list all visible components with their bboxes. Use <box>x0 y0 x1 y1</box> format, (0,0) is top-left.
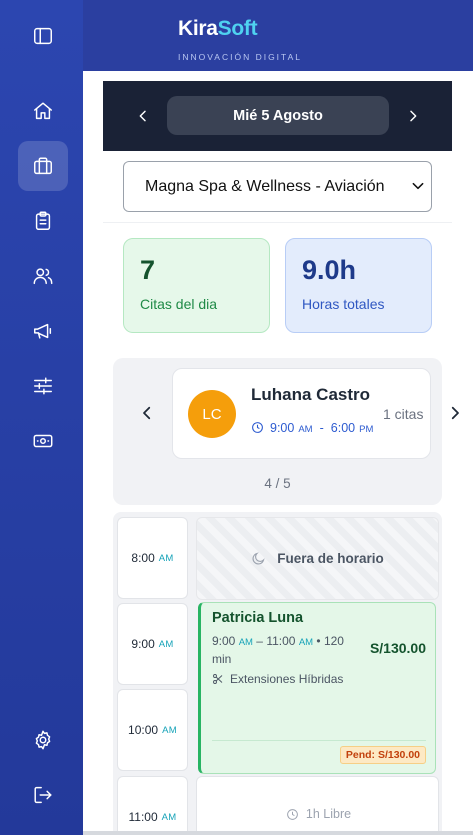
off-hours-label: Fuera de horario <box>277 551 384 566</box>
staff-working-hours: 9:00 AM - 6:00 PM <box>251 419 373 435</box>
sidebar-item-settings[interactable] <box>18 715 68 765</box>
main-content: Mié 5 Agosto Magna Spa & Wellness - Avia… <box>83 71 473 835</box>
appointment-time: 9:00 AM – 11:00 AM • 120 min <box>212 633 362 668</box>
panel-left-icon <box>34 27 52 45</box>
time-slot: 11:00 AM <box>117 776 188 835</box>
appointment-end-ampm: AM <box>298 637 314 648</box>
staff-pager: 4 / 5 <box>264 476 291 491</box>
avatar: LC <box>188 390 236 438</box>
stat-appointments: 7 Citas del dia <box>123 238 270 333</box>
appointment-bullet: • <box>316 634 321 648</box>
time-slot-ampm: AM <box>162 724 177 736</box>
chevron-down-icon <box>411 179 425 193</box>
chevron-left-icon <box>143 406 151 420</box>
appointment-service: Extensiones Híbridas <box>212 672 343 686</box>
staff-name: Luhana Castro <box>251 385 371 404</box>
time-slot-hour: 10:00 <box>128 723 159 737</box>
appointment-start: 9:00 <box>212 634 236 648</box>
staff-hours-separator: - <box>319 421 324 435</box>
chevron-right-icon <box>451 406 459 420</box>
time-slot-hour: 9:00 <box>131 637 155 651</box>
appointment-range-separator: – <box>256 634 263 648</box>
time-slot-ampm: AM <box>158 552 174 564</box>
appointment-start-ampm: AM <box>238 637 253 648</box>
scroll-edge <box>83 831 473 835</box>
sidebar <box>0 0 83 835</box>
prev-staff-button[interactable] <box>135 398 159 428</box>
sidebar-item-clipboard[interactable] <box>18 196 68 246</box>
home-icon <box>34 102 52 120</box>
off-hours-block: Fuera de horario <box>196 517 439 600</box>
stat-hours-value: 9.0h <box>302 255 357 285</box>
sidebar-item-users[interactable] <box>18 251 68 301</box>
staff-appointment-count: 1 citas <box>383 406 424 422</box>
appointment-divider <box>212 740 426 741</box>
schedule-grid: 8:00 AM 9:00 AM 10:00 AM 11:00 AM Fuera … <box>113 512 442 835</box>
megaphone-icon <box>34 323 52 339</box>
clock-icon <box>286 808 299 821</box>
sidebar-item-payments[interactable] <box>18 416 68 466</box>
free-slot-label-row: 1h Libre <box>197 807 440 821</box>
stat-appointments-value: 7 <box>140 255 156 285</box>
clock-icon <box>251 421 264 434</box>
staff-card[interactable]: LC Luhana Castro 9:00 AM - 6:00 PM 1 cit… <box>172 368 431 459</box>
sidebar-item-megaphone[interactable] <box>18 306 68 356</box>
free-slot-label: 1h Libre <box>305 807 352 821</box>
brand-name: KiraSoft <box>178 17 258 41</box>
next-staff-button[interactable] <box>443 398 467 428</box>
appointment-price: S/130.00 <box>369 640 426 656</box>
sidebar-toggle-button[interactable] <box>18 11 68 61</box>
chevron-right-icon <box>410 110 417 122</box>
prev-day-button[interactable] <box>129 101 157 131</box>
pending-badge: Pend: S/130.00 <box>339 746 426 764</box>
time-slot: 8:00 AM <box>117 517 188 599</box>
appointment-client: Patricia Luna <box>212 610 304 626</box>
location-select[interactable]: Magna Spa & Wellness - Aviación <box>123 161 432 212</box>
moon-icon <box>251 551 266 566</box>
time-slot: 10:00 AM <box>117 689 188 771</box>
gear-icon <box>35 730 51 750</box>
staff-start-ampm: AM <box>298 424 313 435</box>
date-navigation: Mié 5 Agosto <box>103 81 452 151</box>
sliders-icon <box>34 377 52 395</box>
time-slot-hour: 8:00 <box>131 551 155 565</box>
brand-tagline: INNOVACIÓN DIGITAL <box>178 52 303 62</box>
current-date[interactable]: Mié 5 Agosto <box>167 96 389 135</box>
scissors-icon <box>212 673 224 685</box>
logout-icon <box>34 786 52 804</box>
staff-end-ampm: PM <box>359 424 374 435</box>
staff-carousel: LC Luhana Castro 9:00 AM - 6:00 PM 1 cit… <box>113 358 459 505</box>
stat-appointments-label: Citas del dia <box>140 296 218 312</box>
brand-name-part2: Soft <box>217 17 258 40</box>
location-select-value: Magna Spa & Wellness - Aviación <box>145 177 385 195</box>
appointment-card[interactable]: Patricia Luna 9:00 AM – 11:00 AM • 120 m… <box>198 602 436 774</box>
sidebar-item-briefcase[interactable] <box>18 141 68 191</box>
clipboard-icon <box>35 211 51 230</box>
next-day-button[interactable] <box>399 101 427 131</box>
sidebar-item-home[interactable] <box>18 86 68 136</box>
briefcase-icon <box>34 157 52 175</box>
location-select-section: Magna Spa & Wellness - Aviación <box>103 151 452 223</box>
time-slot-ampm: AM <box>158 638 174 650</box>
time-slot: 9:00 AM <box>117 603 188 685</box>
chevron-left-icon <box>139 110 146 122</box>
free-slot[interactable]: 1h Libre <box>196 776 439 835</box>
stat-hours: 9.0h Horas totales <box>285 238 432 333</box>
brand-logo: KiraSoft INNOVACIÓN DIGITAL <box>178 17 300 62</box>
time-slot-ampm: AM <box>161 811 177 823</box>
staff-end-time: 6:00 <box>330 421 356 435</box>
banknote-icon <box>33 434 53 448</box>
staff-start-time: 9:00 <box>270 421 295 435</box>
sidebar-item-sliders[interactable] <box>18 361 68 411</box>
stat-hours-label: Horas totales <box>302 296 385 312</box>
sidebar-item-logout[interactable] <box>18 770 68 820</box>
time-slot-hour: 11:00 <box>128 810 158 824</box>
appointment-service-label: Extensiones Híbridas <box>230 672 344 686</box>
appointment-end: 11:00 <box>266 634 296 648</box>
brand-name-part1: Kira <box>178 17 218 40</box>
users-icon <box>33 268 53 285</box>
